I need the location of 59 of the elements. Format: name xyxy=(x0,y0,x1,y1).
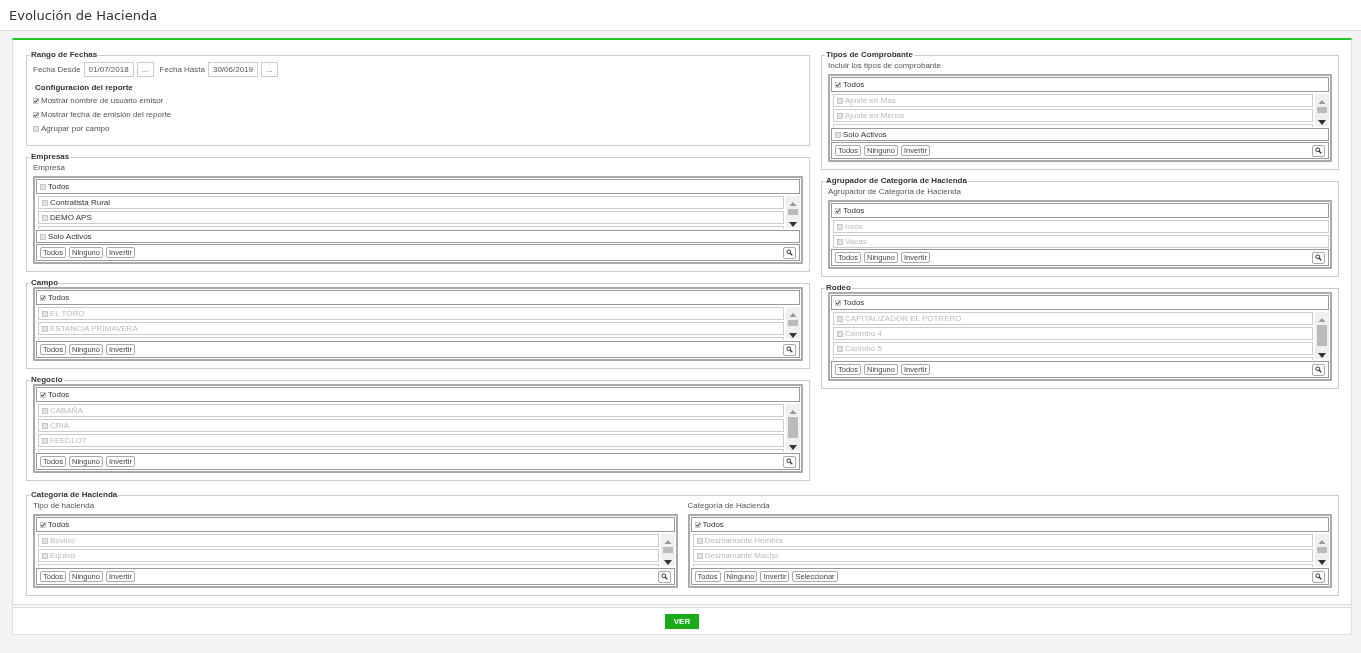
checkbox[interactable] xyxy=(33,111,39,118)
field-label: Agrupador de Categoría de Hacienda xyxy=(828,187,961,196)
search-button[interactable] xyxy=(1312,570,1325,583)
search-button[interactable] xyxy=(1312,144,1325,157)
select-all-label: Todos xyxy=(48,520,70,529)
filter-label: Solo Activos xyxy=(843,130,887,139)
checkbox[interactable] xyxy=(40,294,46,301)
list-item[interactable]: DEMO APS xyxy=(38,211,784,224)
section-title: Negocio xyxy=(30,376,64,384)
field-label: Empresa xyxy=(33,163,65,172)
subheading: Configuración del reporte xyxy=(35,83,134,92)
select-all-label: Todos xyxy=(843,298,865,307)
search-button[interactable] xyxy=(783,455,796,468)
checkbox[interactable] xyxy=(33,125,39,132)
select-all-label: Todos xyxy=(843,80,865,89)
date-picker-button[interactable]: ... xyxy=(260,62,278,77)
option-label: Mostrar nombre de usuario emisor xyxy=(41,96,164,105)
section-title: Empresas xyxy=(30,153,71,161)
select-all-label: Todos xyxy=(48,293,70,302)
checkbox[interactable] xyxy=(835,81,841,88)
checkbox[interactable] xyxy=(835,299,841,306)
checkbox[interactable] xyxy=(835,131,841,138)
select-all-label: Todos xyxy=(48,390,70,399)
field-label: Incluir los tipos de comprobante xyxy=(828,61,941,70)
search-button[interactable] xyxy=(1312,251,1325,264)
select-all-label: Todos xyxy=(702,520,724,529)
page-title: Evolución de Hacienda xyxy=(9,7,158,23)
field-label: Tipo de hacienda xyxy=(33,501,95,510)
section-title: Agrupador de Categoría de Hacienda xyxy=(825,177,968,185)
filter-label: Solo Activos xyxy=(48,232,92,241)
checkbox[interactable] xyxy=(40,183,46,190)
section-title: Campo xyxy=(30,279,60,287)
option-label: Mostrar fecha de emisión del reporte xyxy=(41,110,172,119)
search-button[interactable] xyxy=(783,343,796,356)
date-field[interactable]: 01/07/2018 xyxy=(83,62,134,77)
select-all-label: Todos xyxy=(48,182,70,191)
date-picker-button[interactable]: ... xyxy=(136,62,154,77)
search-button[interactable] xyxy=(1312,363,1325,376)
checkbox[interactable] xyxy=(40,391,46,398)
search-button[interactable] xyxy=(657,570,671,583)
section-title: Rango de Fechas xyxy=(30,51,99,59)
checkbox[interactable] xyxy=(33,97,39,104)
section-title: Categoría de Hacienda xyxy=(30,491,119,499)
section-title: Rodeo xyxy=(825,284,852,292)
field-label: Fecha Desde xyxy=(33,65,81,74)
list-item[interactable]: Contratista Rural xyxy=(38,196,784,209)
checkbox[interactable] xyxy=(42,199,48,206)
date-field[interactable]: 30/06/2019 xyxy=(207,62,258,77)
checkbox[interactable] xyxy=(835,207,841,214)
field-label: Categoría de Hacienda xyxy=(687,501,770,510)
search-button[interactable] xyxy=(783,246,796,259)
select-all-label: Todos xyxy=(843,206,865,215)
checkbox[interactable] xyxy=(40,521,46,528)
option-label: Agrupar por campo xyxy=(41,124,110,133)
field-label: Fecha Hasta xyxy=(159,65,205,74)
checkbox[interactable] xyxy=(40,233,46,240)
checkbox[interactable] xyxy=(694,521,701,528)
checkbox[interactable] xyxy=(42,214,48,221)
section-title: Tipos de Comprobante xyxy=(825,51,914,59)
